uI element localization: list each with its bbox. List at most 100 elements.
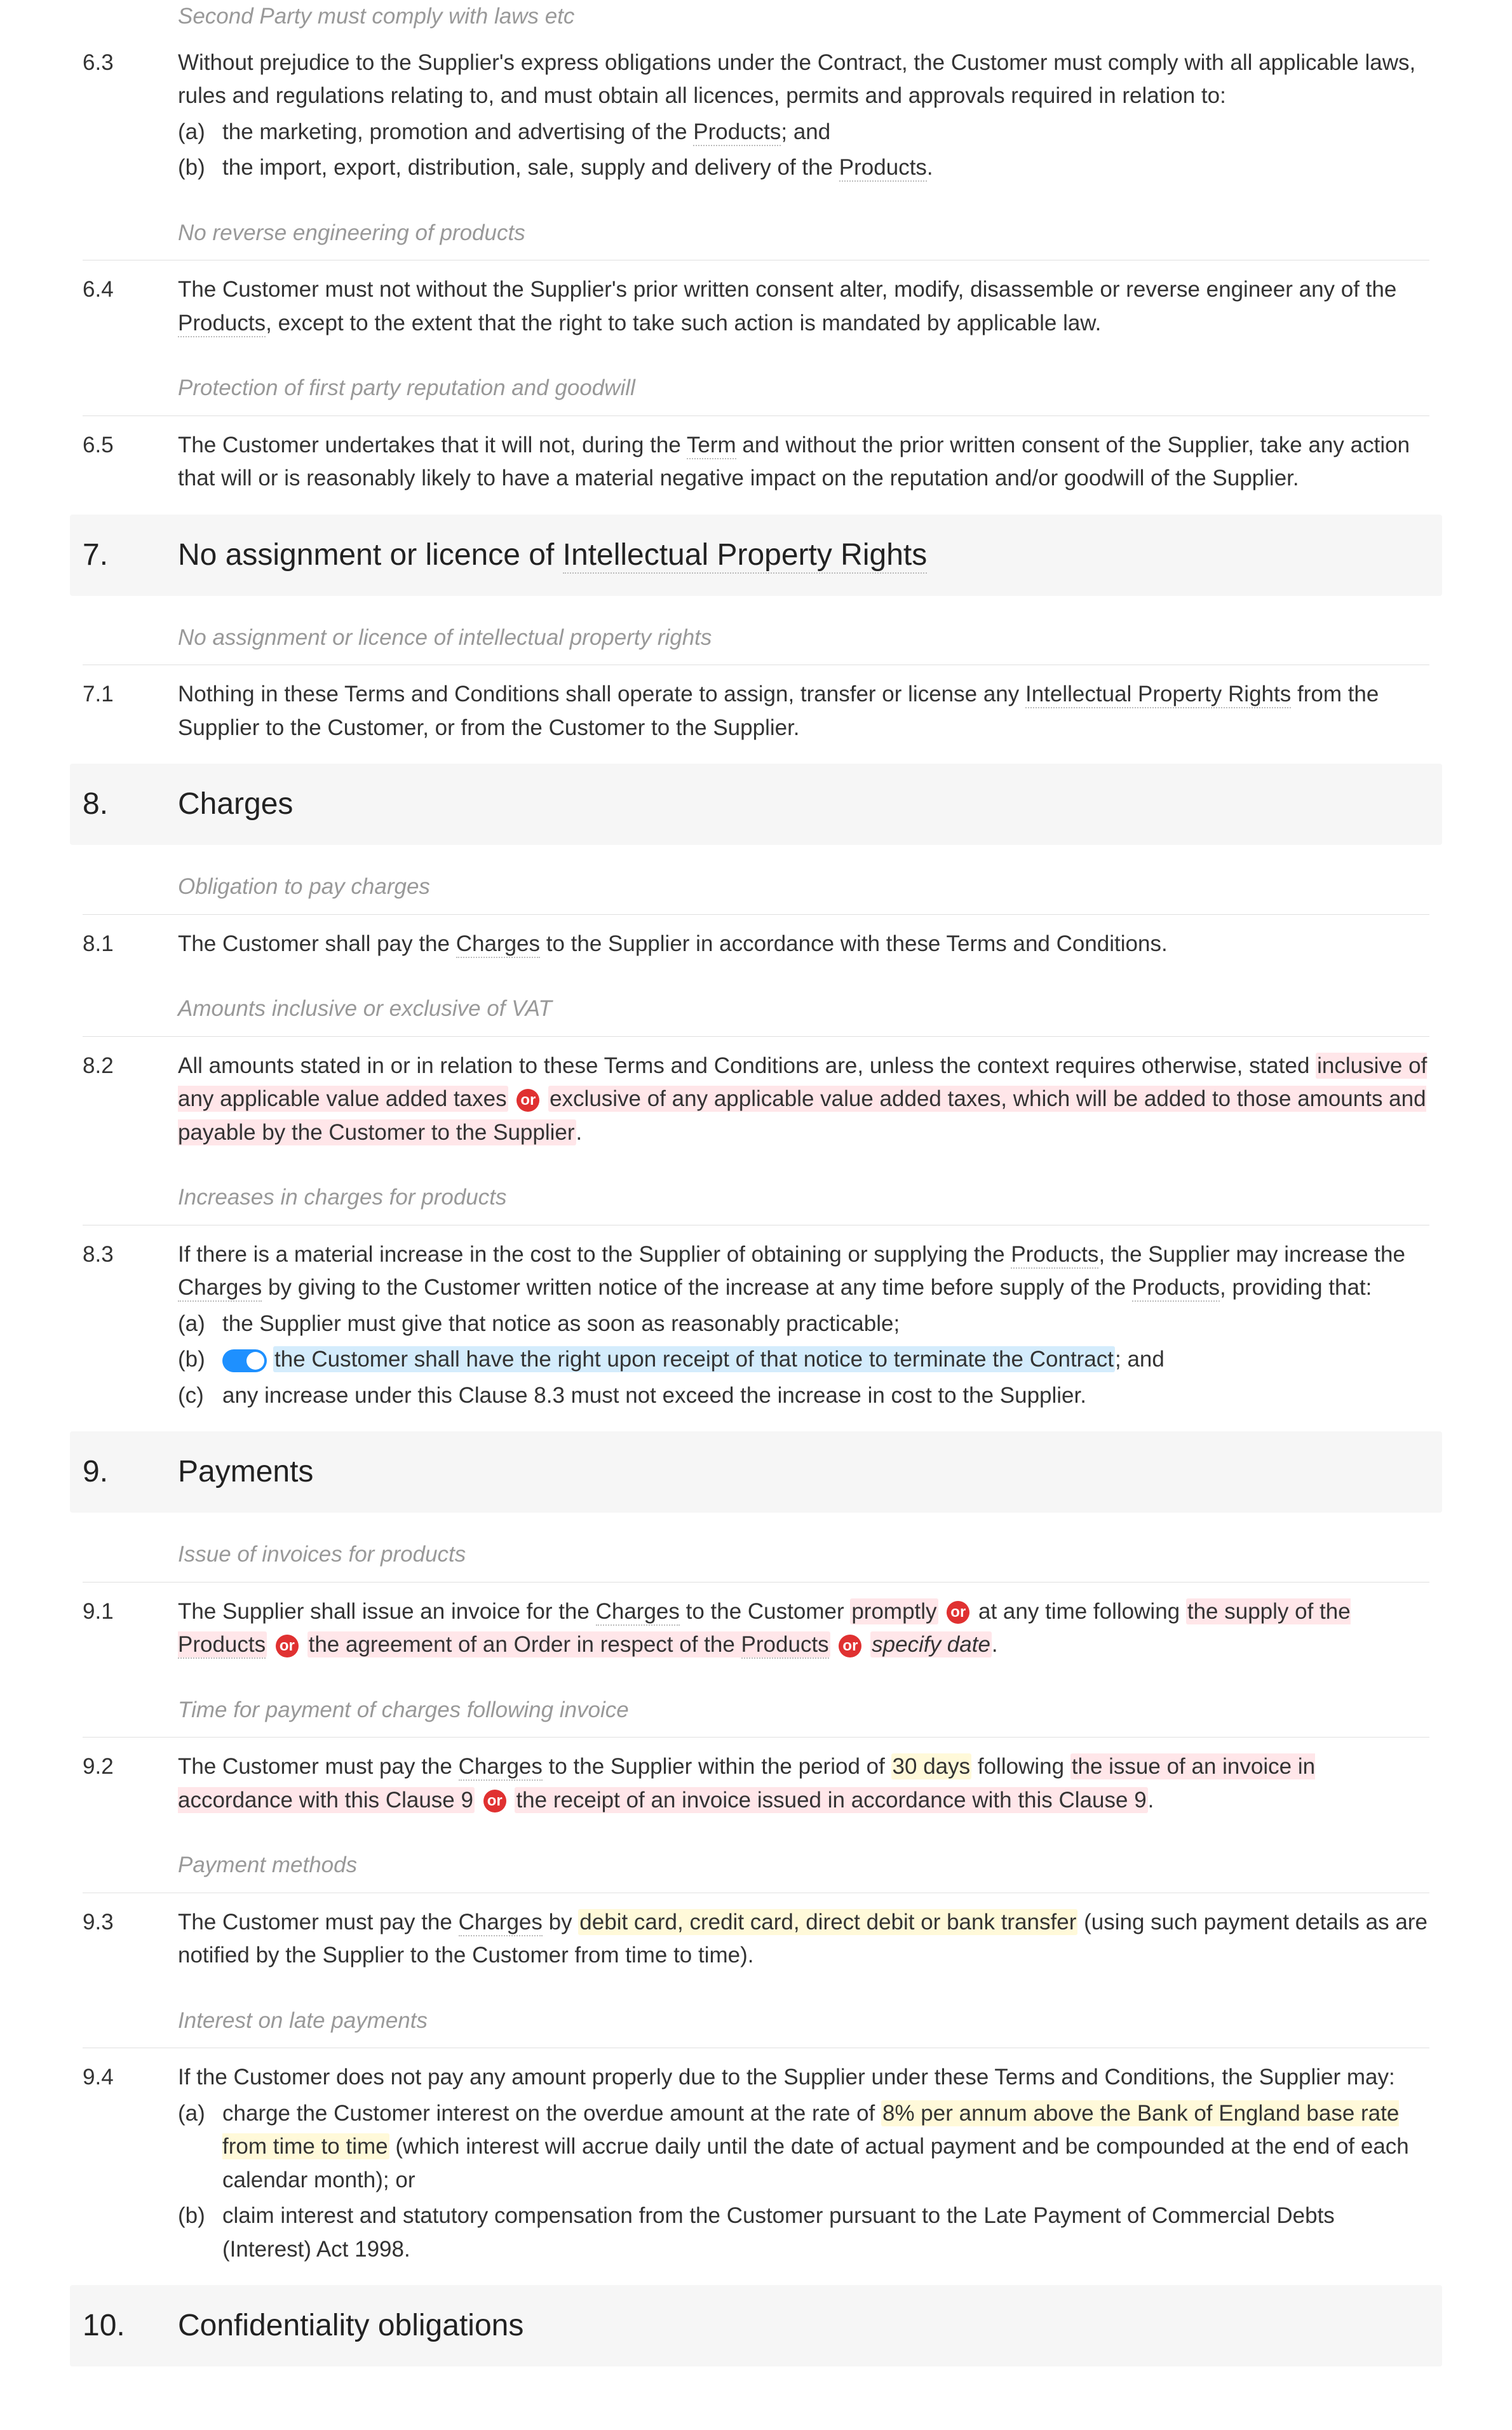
clause-9-3: 9.3 The Customer must pay the Charges by… xyxy=(83,1906,1429,1973)
section-title: No assignment or licence of Intellectual… xyxy=(178,532,927,578)
clause-caption: Amounts inclusive or exclusive of VAT xyxy=(178,992,552,1026)
section-title: Confidentiality obligations xyxy=(178,2303,523,2349)
clause-text: The Customer must pay the xyxy=(178,1754,459,1779)
sub-clause-a: (a) the marketing, promotion and adverti… xyxy=(178,116,1429,149)
option-text[interactable]: the agreement of an Order in respect of … xyxy=(307,1631,830,1657)
defined-term: Products xyxy=(178,1632,266,1659)
section-number: 9. xyxy=(70,1449,178,1495)
sub-clause-b: (b) claim interest and statutory compens… xyxy=(178,2199,1429,2266)
clause-number: 9.4 xyxy=(83,2061,178,2266)
clause-text: , providing that: xyxy=(1220,1275,1372,1300)
clause-9-4: 9.4 If the Customer does not pay any amo… xyxy=(83,2061,1429,2266)
clause-text: . xyxy=(992,1632,998,1657)
sub-text: . xyxy=(927,155,933,180)
clause-body: Nothing in these Terms and Conditions sh… xyxy=(178,678,1429,745)
section-heading-8: 8. Charges xyxy=(70,764,1442,845)
option-text[interactable]: promptly xyxy=(850,1598,938,1624)
clause-text: The Supplier shall issue an invoice for … xyxy=(178,1599,596,1624)
optional-text[interactable]: the Customer shall have the right upon r… xyxy=(273,1346,1115,1372)
clause-body: The Customer must pay the Charges to the… xyxy=(178,1750,1429,1817)
caption-row: No assignment or licence of intellectual… xyxy=(83,609,1429,666)
sub-text: the marketing, promotion and advertising… xyxy=(222,119,693,144)
section-title: Charges xyxy=(178,781,293,827)
option-text-part: the agreement of an Order in respect of … xyxy=(309,1632,741,1657)
clause-body: The Customer must pay the Charges by deb… xyxy=(178,1906,1429,1973)
clause-body: If there is a material increase in the c… xyxy=(178,1238,1429,1413)
sub-clause-a: (a) charge the Customer interest on the … xyxy=(178,2097,1429,2197)
sub-clause-b: (b) the Customer shall have the right up… xyxy=(178,1343,1429,1377)
section-number: 10. xyxy=(70,2303,178,2349)
or-pill[interactable]: or xyxy=(516,1089,539,1112)
sub-number: (a) xyxy=(178,1307,222,1341)
defined-term: Charges xyxy=(456,931,540,958)
section-heading-10: 10. Confidentiality obligations xyxy=(70,2285,1442,2366)
sub-text: the import, export, distribution, sale, … xyxy=(222,155,839,180)
placeholder-text[interactable]: specify date xyxy=(870,1631,992,1657)
caption-row: Time for payment of charges following in… xyxy=(83,1681,1429,1738)
sub-clause-c: (c) any increase under this Clause 8.3 m… xyxy=(178,1379,1429,1413)
or-pill[interactable]: or xyxy=(839,1635,861,1657)
or-pill[interactable]: or xyxy=(947,1601,969,1624)
sub-number: (a) xyxy=(178,116,222,149)
clause-text: The Customer must not without the Suppli… xyxy=(178,277,1396,302)
clause-text: , the Supplier may increase the xyxy=(1098,1242,1405,1267)
editable-value[interactable]: debit card, credit card, direct debit or… xyxy=(578,1909,1077,1935)
clause-caption: Second Party must comply with laws etc xyxy=(178,0,1429,34)
clause-text: following xyxy=(971,1754,1070,1779)
clause-number: 9.1 xyxy=(83,1595,178,1662)
clause-caption: Payment methods xyxy=(178,1849,357,1882)
defined-term: Products xyxy=(839,155,927,182)
clause-caption: No assignment or licence of intellectual… xyxy=(178,621,712,655)
sub-number: (a) xyxy=(178,2097,222,2197)
clause-6-3: 6.3 Without prejudice to the Supplier's … xyxy=(83,46,1429,185)
or-pill[interactable]: or xyxy=(276,1635,299,1657)
clause-text: to the Supplier within the period of xyxy=(543,1754,891,1779)
clause-text: All amounts stated in or in relation to … xyxy=(178,1053,1316,1078)
clause-body: The Customer must not without the Suppli… xyxy=(178,273,1429,340)
defined-term: Charges xyxy=(459,1910,543,1936)
clause-caption: Interest on late payments xyxy=(178,2004,428,2038)
clause-6-4: 6.4 The Customer must not without the Su… xyxy=(83,273,1429,340)
sub-text: charge the Customer interest on the over… xyxy=(222,2101,881,2126)
defined-term: Intellectual Property Rights xyxy=(1025,682,1291,708)
caption-row: Payment methods xyxy=(83,1836,1429,1893)
clause-number: 8.2 xyxy=(83,1050,178,1150)
clause-text: The Customer shall pay the xyxy=(178,931,456,956)
clause-number: 7.1 xyxy=(83,678,178,745)
caption-row: Interest on late payments xyxy=(83,1992,1429,2049)
clause-9-2: 9.2 The Customer must pay the Charges to… xyxy=(83,1750,1429,1817)
defined-term: Intellectual Property Rights xyxy=(563,538,928,574)
sub-clause-b: (b) the import, export, distribution, sa… xyxy=(178,151,1429,185)
sub-body: the Supplier must give that notice as so… xyxy=(222,1307,1429,1341)
sub-number: (c) xyxy=(178,1379,222,1413)
clause-7-1: 7.1 Nothing in these Terms and Condition… xyxy=(83,678,1429,745)
clause-text: to the Customer xyxy=(680,1599,850,1624)
sub-number: (b) xyxy=(178,151,222,185)
clause-8-3: 8.3 If there is a material increase in t… xyxy=(83,1238,1429,1413)
clause-text: to the Supplier in accordance with these… xyxy=(540,931,1168,956)
sub-body: the marketing, promotion and advertising… xyxy=(222,116,1429,149)
or-pill[interactable]: or xyxy=(483,1790,506,1812)
clause-number: 6.5 xyxy=(83,429,178,496)
clause-caption: Obligation to pay charges xyxy=(178,870,430,904)
option-text[interactable]: the receipt of an invoice issued in acco… xyxy=(515,1787,1147,1813)
clause-caption: Time for payment of charges following in… xyxy=(178,1694,629,1727)
clause-text: . xyxy=(576,1120,583,1145)
sub-body: the Customer shall have the right upon r… xyxy=(222,1343,1429,1377)
sub-text: ; and xyxy=(781,119,830,144)
defined-term: Charges xyxy=(178,1275,262,1302)
clause-text: If the Customer does not pay any amount … xyxy=(178,2065,1395,2089)
clause-body: The Customer undertakes that it will not… xyxy=(178,429,1429,496)
toggle-switch[interactable] xyxy=(222,1349,267,1372)
sub-number: (b) xyxy=(178,1343,222,1377)
editable-value[interactable]: 30 days xyxy=(891,1753,972,1779)
section-heading-9: 9. Payments xyxy=(70,1431,1442,1513)
clause-text: The Customer undertakes that it will not… xyxy=(178,433,687,457)
clause-text: by xyxy=(543,1910,578,1934)
section-number: 7. xyxy=(70,532,178,578)
defined-term: Products xyxy=(693,119,781,146)
defined-term: Products xyxy=(178,311,266,337)
clause-6-5: 6.5 The Customer undertakes that it will… xyxy=(83,429,1429,496)
caption-row: Protection of first party reputation and… xyxy=(83,359,1429,416)
clause-caption: Increases in charges for products xyxy=(178,1181,506,1215)
